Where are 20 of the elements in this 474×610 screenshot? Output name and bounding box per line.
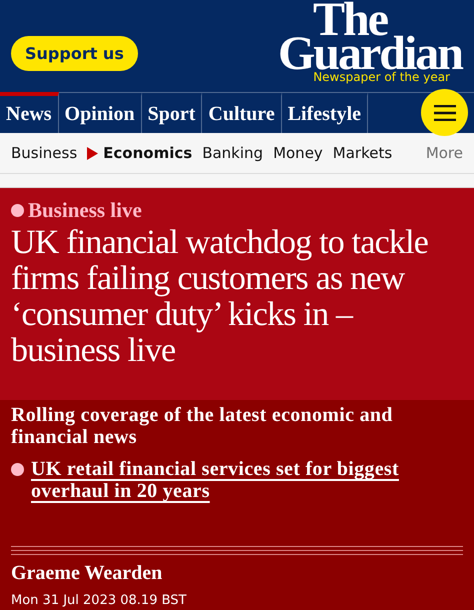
series-label: Business live xyxy=(28,198,142,223)
live-dot xyxy=(11,204,24,217)
subnav-link[interactable]: Money xyxy=(273,144,323,162)
bullet-dot xyxy=(11,463,24,476)
subnav-link[interactable]: Banking xyxy=(202,144,264,162)
arrow-icon xyxy=(87,146,98,160)
logo-text: The xyxy=(312,0,387,40)
publish-date: Mon 31 Jul 2023 08.19 BST xyxy=(11,593,188,608)
menu-icon xyxy=(434,104,456,120)
menu-button[interactable] xyxy=(421,89,468,136)
article-link[interactable]: UK retail financial services set for biggest overhaul in 20 years xyxy=(31,458,463,502)
byline: Graeme Wearden xyxy=(11,562,164,585)
subnav-link[interactable]: Markets xyxy=(332,144,392,162)
standfirst: Rolling coverage of the latest economic and financial news xyxy=(11,404,394,448)
subnav-link[interactable]: Economics xyxy=(103,144,192,162)
subnav-link[interactable]: Business xyxy=(11,144,78,162)
more-link[interactable]: More xyxy=(426,144,463,162)
headline: UK financial watchdog to tackle firms failing customers as new ‘consumer duty’ kicks in – business live xyxy=(11,225,430,369)
tagline: Newspaper of the year xyxy=(313,70,450,84)
support-button[interactable]: Support us xyxy=(11,36,138,71)
